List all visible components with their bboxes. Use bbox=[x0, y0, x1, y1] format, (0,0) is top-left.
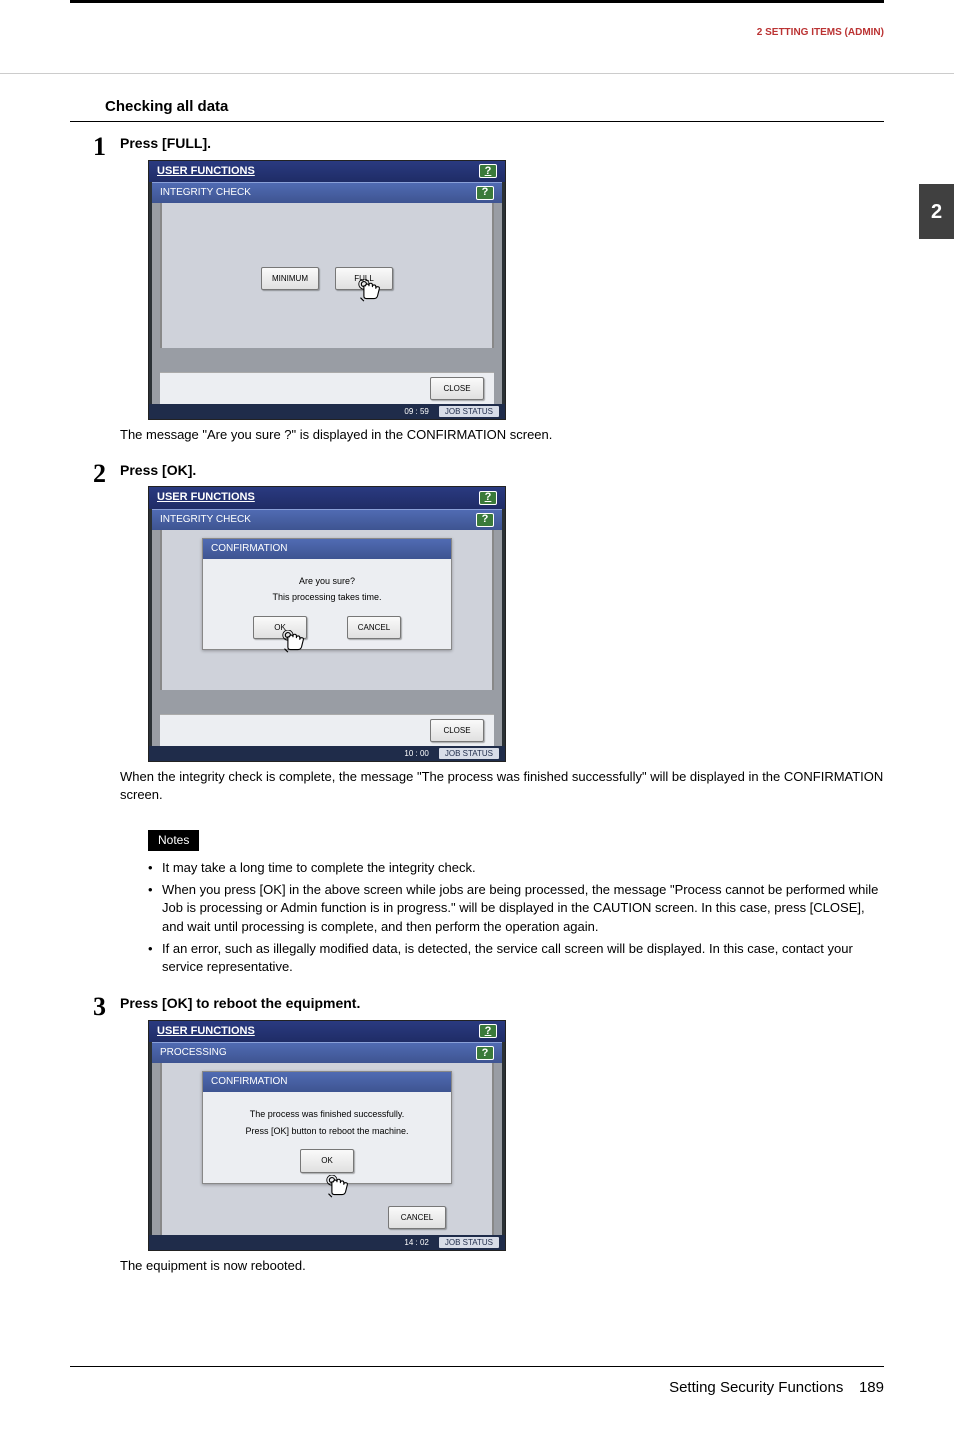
step-number: 2 bbox=[70, 461, 120, 981]
step-followup-text: The equipment is now rebooted. bbox=[120, 1257, 884, 1275]
dialog-text: Are you sure? bbox=[213, 575, 441, 588]
step-3: 3 Press [OK] to reboot the equipment. US… bbox=[70, 994, 884, 1285]
window-title: USER FUNCTIONS bbox=[157, 164, 255, 179]
close-button[interactable]: CLOSE bbox=[430, 377, 484, 400]
confirmation-dialog: CONFIRMATION The process was finished su… bbox=[202, 1071, 452, 1183]
chapter-heading: 2 SETTING ITEMS (ADMIN) bbox=[757, 26, 884, 40]
chapter-side-tab: 2 bbox=[919, 184, 954, 239]
close-button[interactable]: CLOSE bbox=[430, 719, 484, 742]
list-item: When you press [OK] in the above screen … bbox=[148, 881, 884, 936]
list-item: If an error, such as illegally modified … bbox=[148, 940, 884, 976]
step-number: 1 bbox=[70, 134, 120, 455]
step-followup-text: The message "Are you sure ?" is displaye… bbox=[120, 426, 884, 444]
help-icon[interactable]: ? bbox=[476, 513, 494, 527]
subscreen-title: INTEGRITY CHECK bbox=[160, 513, 251, 527]
subscreen-title: INTEGRITY CHECK bbox=[160, 186, 251, 200]
job-status-button[interactable]: JOB STATUS bbox=[439, 1237, 499, 1248]
dialog-text: Press [OK] button to reboot the machine. bbox=[213, 1125, 441, 1138]
step-1: 1 Press [FULL]. USER FUNCTIONS ? INTEGRI… bbox=[70, 134, 884, 455]
step-2: 2 Press [OK]. USER FUNCTIONS ? INTEGRITY… bbox=[70, 461, 884, 981]
step-number: 3 bbox=[70, 994, 120, 1285]
step-heading: Press [OK] to reboot the equipment. bbox=[120, 994, 884, 1014]
cancel-button[interactable]: CANCEL bbox=[347, 616, 401, 639]
minimum-button[interactable]: MINIMUM bbox=[261, 267, 319, 290]
dialog-text: This processing takes time. bbox=[213, 591, 441, 604]
help-icon[interactable]: ? bbox=[476, 186, 494, 200]
screenshot-integrity-check: USER FUNCTIONS ? INTEGRITY CHECK ? MINIM… bbox=[148, 160, 506, 421]
list-item: It may take a long time to complete the … bbox=[148, 859, 884, 877]
time-label: 14 : 02 bbox=[404, 1237, 428, 1248]
section-title: Checking all data bbox=[70, 94, 884, 122]
screenshot-processing: USER FUNCTIONS ? PROCESSING ? CONFIRMATI… bbox=[148, 1020, 506, 1252]
notes-list: It may take a long time to complete the … bbox=[148, 859, 884, 976]
ok-button[interactable]: OK bbox=[253, 616, 307, 639]
confirmation-dialog: CONFIRMATION Are you sure? This processi… bbox=[202, 538, 452, 650]
job-status-button[interactable]: JOB STATUS bbox=[439, 748, 499, 759]
help-icon[interactable]: ? bbox=[479, 164, 497, 178]
cancel-button[interactable]: CANCEL bbox=[388, 1206, 446, 1229]
help-icon[interactable]: ? bbox=[476, 1046, 494, 1060]
job-status-button[interactable]: JOB STATUS bbox=[439, 406, 499, 417]
step-followup-text: When the integrity check is complete, th… bbox=[120, 768, 884, 804]
time-label: 09 : 59 bbox=[404, 406, 428, 417]
step-heading: Press [OK]. bbox=[120, 461, 884, 481]
subscreen-title: PROCESSING bbox=[160, 1046, 227, 1060]
page-footer: Setting Security Functions 189 bbox=[70, 1366, 884, 1398]
dialog-title: CONFIRMATION bbox=[203, 539, 451, 559]
step-heading: Press [FULL]. bbox=[120, 134, 884, 154]
footer-title: Setting Security Functions bbox=[669, 1379, 843, 1396]
time-label: 10 : 00 bbox=[404, 748, 428, 759]
dialog-title: CONFIRMATION bbox=[203, 1072, 451, 1092]
help-icon[interactable]: ? bbox=[479, 491, 497, 505]
notes-label: Notes bbox=[148, 830, 199, 851]
window-title: USER FUNCTIONS bbox=[157, 1024, 255, 1039]
page-number: 189 bbox=[859, 1379, 884, 1396]
dialog-text: The process was finished successfully. bbox=[213, 1108, 441, 1121]
ok-button[interactable]: OK bbox=[300, 1149, 354, 1172]
help-icon[interactable]: ? bbox=[479, 1024, 497, 1038]
full-button[interactable]: FULL bbox=[335, 267, 393, 290]
window-title: USER FUNCTIONS bbox=[157, 490, 255, 505]
screenshot-confirmation: USER FUNCTIONS ? INTEGRITY CHECK ? CONFI… bbox=[148, 486, 506, 762]
